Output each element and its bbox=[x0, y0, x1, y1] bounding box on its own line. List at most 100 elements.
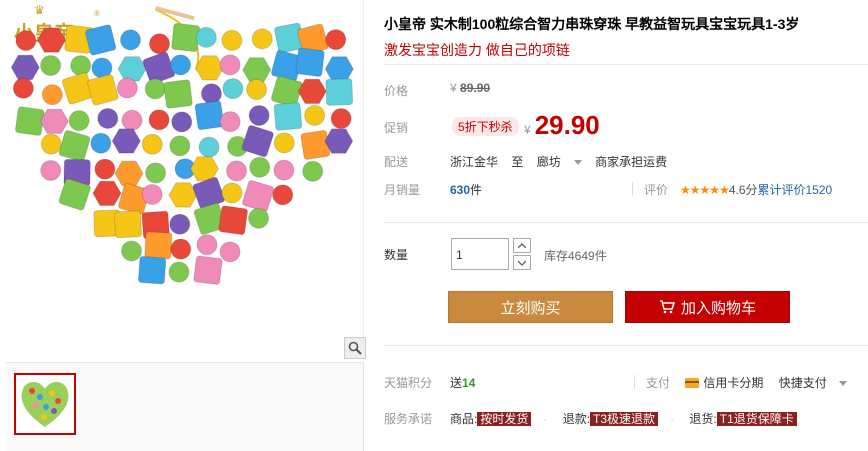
buy-now-button[interactable]: 立刻购买 bbox=[448, 291, 613, 323]
separator-dot: · bbox=[543, 412, 548, 426]
bead bbox=[194, 55, 225, 81]
bead bbox=[90, 132, 112, 154]
quantity-input[interactable]: 1 bbox=[451, 238, 509, 270]
bead bbox=[137, 256, 167, 285]
points-value: 14 bbox=[462, 376, 476, 390]
add-to-cart-button[interactable]: 加入购物车 bbox=[625, 291, 790, 323]
bead bbox=[15, 29, 37, 51]
product-main-image[interactable]: 小皇帝 ♛ ® bbox=[6, 0, 364, 360]
sales-unit: 件 bbox=[470, 183, 483, 197]
bead bbox=[58, 130, 91, 162]
product-title: 小皇帝 实木制100粒综合智力串珠穿珠 早教益智玩具宝宝玩具1-3岁 bbox=[384, 16, 800, 32]
bead bbox=[149, 33, 171, 55]
divider bbox=[632, 182, 633, 196]
bead bbox=[226, 160, 248, 182]
thumbnail-image bbox=[21, 381, 69, 427]
stock-count: 库存4649件 bbox=[544, 249, 607, 263]
quantity-label: 数量 bbox=[384, 248, 409, 262]
bead bbox=[219, 241, 241, 263]
bead bbox=[141, 133, 163, 155]
bead bbox=[222, 78, 244, 100]
bead bbox=[169, 135, 191, 157]
bead bbox=[273, 159, 295, 181]
bead bbox=[193, 255, 223, 285]
promo-tag: 5折下秒杀 bbox=[452, 117, 519, 136]
bead bbox=[84, 24, 117, 56]
bead bbox=[169, 213, 191, 235]
add-to-cart-label: 加入购物车 bbox=[680, 299, 756, 317]
bead bbox=[219, 111, 241, 133]
delivery-destination: 廊坊 bbox=[536, 155, 561, 169]
thumbnail-strip bbox=[6, 362, 364, 451]
bead bbox=[114, 210, 143, 239]
bead bbox=[221, 29, 243, 51]
points-prefix: 送 bbox=[450, 376, 463, 390]
quantity-increase-button[interactable] bbox=[513, 238, 531, 253]
bead bbox=[249, 156, 271, 178]
original-price-value: 89.90 bbox=[460, 81, 491, 95]
bead bbox=[170, 54, 192, 76]
bead bbox=[40, 133, 62, 155]
bead bbox=[41, 84, 63, 106]
bead bbox=[94, 158, 116, 180]
bead bbox=[40, 159, 62, 181]
shipping-info: 商家承担运费 bbox=[595, 155, 668, 169]
bead bbox=[121, 109, 143, 131]
bead bbox=[111, 128, 141, 154]
bead bbox=[325, 29, 347, 51]
magnifier-icon bbox=[348, 341, 362, 355]
bead bbox=[198, 136, 220, 158]
service-item-refund[interactable]: 退款: T3极速退款 bbox=[562, 412, 659, 426]
service-tag: T3极速退款 bbox=[590, 412, 659, 426]
bead bbox=[300, 130, 331, 160]
bead bbox=[117, 56, 147, 82]
bead bbox=[242, 179, 275, 212]
original-currency: ¥ bbox=[450, 81, 457, 95]
bead bbox=[10, 54, 40, 81]
bead bbox=[242, 57, 272, 83]
bead bbox=[168, 261, 190, 283]
quick-pay-option[interactable]: 快捷支付 bbox=[779, 376, 857, 390]
chevron-up-icon bbox=[518, 242, 526, 248]
bead bbox=[246, 78, 268, 100]
bead bbox=[163, 79, 193, 109]
bead bbox=[194, 100, 225, 131]
bead bbox=[40, 55, 62, 77]
divider bbox=[384, 222, 868, 223]
service-prefix: 商品: bbox=[450, 412, 478, 426]
promo-price-value: 29.90 bbox=[534, 110, 600, 140]
bead bbox=[145, 162, 167, 184]
product-info-panel: 小皇帝 实木制100粒综合智力串珠穿珠 早教益智玩具宝宝玩具1-3岁 激发宝宝创… bbox=[384, 0, 868, 451]
chevron-down-icon bbox=[838, 381, 847, 387]
service-prefix: 退款: bbox=[562, 412, 591, 426]
price-label: 价格 bbox=[384, 84, 409, 98]
service-item-shipping[interactable]: 商品: 按时发货 bbox=[450, 412, 532, 426]
payment-row: 支付 信用卡分期 快捷支付 bbox=[646, 374, 857, 391]
delivery-from: 浙江金华 bbox=[450, 155, 499, 169]
credit-card-option[interactable]: 信用卡分期 bbox=[685, 376, 763, 390]
quick-pay-label: 快捷支付 bbox=[778, 376, 827, 390]
bead bbox=[325, 78, 354, 106]
points-label: 天猫积分 bbox=[384, 376, 433, 390]
delivery-destination-select[interactable]: 廊坊 bbox=[537, 155, 592, 169]
bead bbox=[196, 234, 218, 256]
beads-heart-illustration: 小皇帝 ♛ ® bbox=[10, 3, 354, 285]
bead bbox=[144, 231, 173, 260]
thumbnail-1[interactable] bbox=[14, 373, 76, 435]
bead bbox=[12, 77, 34, 99]
bead bbox=[92, 180, 122, 206]
original-price: ¥ 89.90 bbox=[450, 81, 490, 95]
delivery-to-word: 至 bbox=[511, 155, 524, 169]
bead bbox=[219, 54, 241, 76]
divider bbox=[384, 345, 868, 346]
zoom-button[interactable] bbox=[344, 337, 366, 359]
bead bbox=[302, 160, 324, 182]
service-item-return[interactable]: 退货: T1退货保障卡 bbox=[689, 412, 797, 426]
monthly-sales: 630件 bbox=[450, 181, 482, 198]
bead bbox=[218, 205, 248, 236]
bead bbox=[251, 28, 273, 50]
quantity-decrease-button[interactable] bbox=[513, 255, 531, 270]
reviews-link[interactable]: 累计评价1520 bbox=[758, 183, 833, 197]
service-prefix: 退货: bbox=[689, 412, 717, 426]
bead bbox=[248, 104, 270, 126]
